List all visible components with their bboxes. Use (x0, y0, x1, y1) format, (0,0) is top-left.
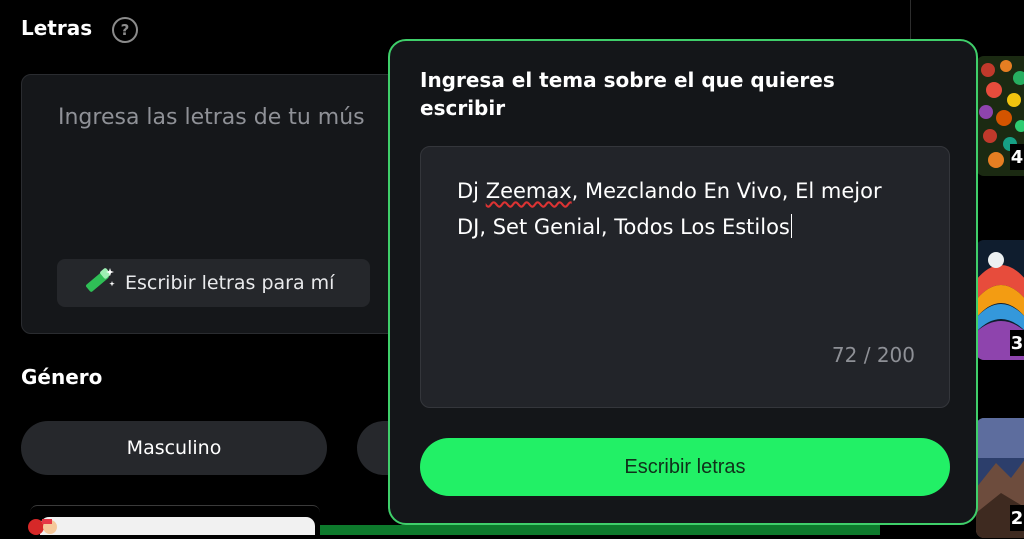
write-lyrics-for-me-button[interactable]: Escribir letras para mí (57, 259, 370, 307)
thumbnail-count: 3 (1010, 330, 1024, 356)
genre-section-title: Género (21, 365, 103, 389)
character-counter: 72 / 200 (831, 343, 915, 367)
lyrics-textarea[interactable]: Ingresa las letras de tu mús Escribir le… (21, 74, 423, 334)
thumbnail-count: 2 (1010, 505, 1024, 531)
write-lyrics-button[interactable]: Escribir letras (420, 438, 950, 496)
magic-wand-icon (79, 266, 115, 301)
genre-option-masculino[interactable]: Masculino (21, 421, 327, 475)
thumbnail-count: 4 (1010, 144, 1024, 170)
text-cursor (790, 214, 792, 238)
popup-title: Ingresa el tema sobre el que quieres esc… (420, 68, 835, 120)
bottom-progress-strip (320, 525, 880, 535)
topic-text-part1: Dj (457, 179, 486, 203)
write-lyrics-for-me-label: Escribir letras para mí (125, 272, 335, 294)
misspelled-word: Zeemax (485, 179, 572, 203)
column-divider (910, 0, 911, 40)
question-circle-icon[interactable]: ? (112, 17, 138, 43)
lyrics-placeholder: Ingresa las letras de tu mús (58, 105, 365, 130)
lyrics-section-title: Letras (21, 16, 93, 40)
topic-popup: Ingresa el tema sobre el que quieres esc… (388, 39, 978, 525)
genre-option-label: Masculino (126, 437, 222, 459)
next-field-outline (30, 505, 320, 520)
topic-textarea[interactable]: Dj Zeemax, Mezclando En Vivo, El mejor D… (420, 146, 950, 408)
topic-text: Dj Zeemax, Mezclando En Vivo, El mejor D… (457, 173, 917, 245)
